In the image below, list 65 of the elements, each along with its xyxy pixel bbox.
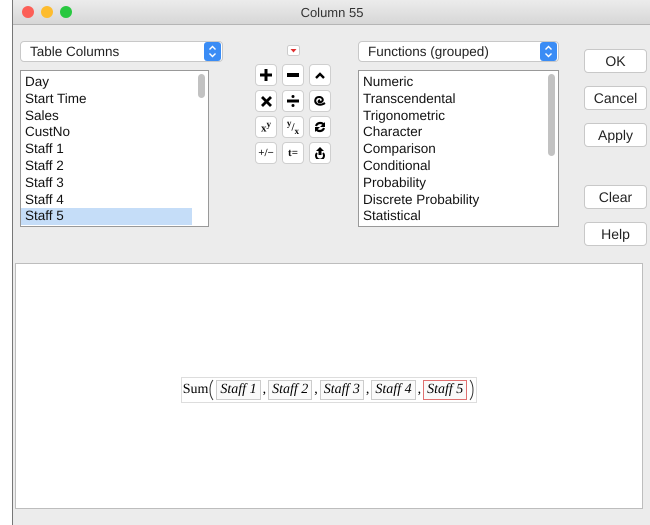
- columns-popup[interactable]: Table Columns: [20, 41, 223, 62]
- dialog-button[interactable]: OK: [584, 49, 647, 73]
- caret-icon: [315, 72, 325, 78]
- function-item[interactable]: Comparison: [359, 141, 542, 158]
- operator-key[interactable]: +/−: [255, 142, 277, 164]
- function-item[interactable]: Conditional: [359, 158, 542, 175]
- column-item[interactable]: Sales: [21, 108, 192, 124]
- upload-key[interactable]: [309, 142, 331, 164]
- function-item[interactable]: Discrete Probability: [359, 192, 542, 208]
- function-item[interactable]: Statistical: [359, 208, 542, 226]
- plus-key[interactable]: [255, 64, 277, 86]
- loop-key[interactable]: [309, 90, 331, 112]
- comma: ,: [262, 382, 266, 398]
- formula-argument[interactable]: Staff 5: [423, 380, 468, 400]
- close-paren-icon: [469, 379, 476, 401]
- refresh-key[interactable]: [309, 116, 331, 138]
- comma: ,: [366, 382, 370, 398]
- formula-expression[interactable]: Sum Staff 1 , Staff 2 , Staff 3 , Staff 4 , Staff 5: [180, 377, 478, 403]
- function-item[interactable]: Trigonometric: [359, 108, 542, 124]
- column-item[interactable]: Staff 1: [21, 141, 192, 158]
- stepper-icon: [204, 42, 221, 61]
- stepper-icon: [540, 42, 557, 61]
- operator-key[interactable]: $^{y}$/$_{x}$: [282, 116, 304, 138]
- column-item[interactable]: Staff 4: [21, 192, 192, 208]
- column-item[interactable]: CustNo: [21, 124, 192, 142]
- formula-argument[interactable]: Staff 3: [320, 380, 364, 400]
- caret-key[interactable]: [309, 64, 331, 86]
- dialog-button[interactable]: Help: [584, 222, 647, 246]
- comma: ,: [314, 382, 318, 398]
- dropdown-icon[interactable]: [286, 45, 300, 56]
- dialog-button[interactable]: Cancel: [584, 86, 647, 110]
- divide-icon: [287, 95, 299, 107]
- function-item[interactable]: Probability: [359, 174, 542, 192]
- functions-popup[interactable]: Functions (grouped): [358, 41, 559, 62]
- window-title: Column 55: [300, 4, 364, 20]
- plus-icon: [260, 69, 272, 81]
- divide-key[interactable]: [282, 90, 304, 112]
- formula-argument[interactable]: Staff 2: [268, 380, 312, 400]
- operator-key[interactable]: x$^{y}$: [255, 116, 277, 138]
- refresh-icon: [314, 121, 326, 133]
- open-paren-icon: [208, 379, 214, 401]
- function-item[interactable]: Character: [359, 124, 542, 142]
- formula-argument[interactable]: Staff 1: [216, 380, 261, 400]
- function-item[interactable]: Numeric: [359, 74, 542, 91]
- minus-icon: [287, 73, 299, 77]
- column-item[interactable]: Day: [21, 74, 192, 91]
- scrollbar-thumb[interactable]: [198, 74, 205, 98]
- formula-argument[interactable]: Staff 4: [371, 380, 416, 400]
- minus-key[interactable]: [282, 64, 304, 86]
- function-item[interactable]: Transcendental: [359, 90, 542, 108]
- dialog-button[interactable]: Apply: [584, 123, 647, 147]
- column-item[interactable]: Staff 5: [21, 208, 192, 226]
- column-item[interactable]: Staff 2: [21, 158, 192, 175]
- formula-editor[interactable]: Sum Staff 1 , Staff 2 , Staff 3 , Staff 4 , Staff 5: [15, 263, 643, 509]
- comma: ,: [418, 382, 422, 398]
- multiply-icon: [260, 96, 272, 106]
- loop-icon: [314, 95, 326, 107]
- function-name: Sum: [182, 382, 208, 398]
- scrollbar-thumb[interactable]: [548, 74, 555, 156]
- times-key[interactable]: [255, 90, 277, 112]
- dialog-button[interactable]: Clear: [584, 185, 647, 209]
- operator-key[interactable]: t=: [282, 142, 304, 164]
- column-item[interactable]: Start Time: [21, 90, 192, 108]
- upload-icon: [314, 147, 326, 159]
- column-item[interactable]: Staff 3: [21, 174, 192, 192]
